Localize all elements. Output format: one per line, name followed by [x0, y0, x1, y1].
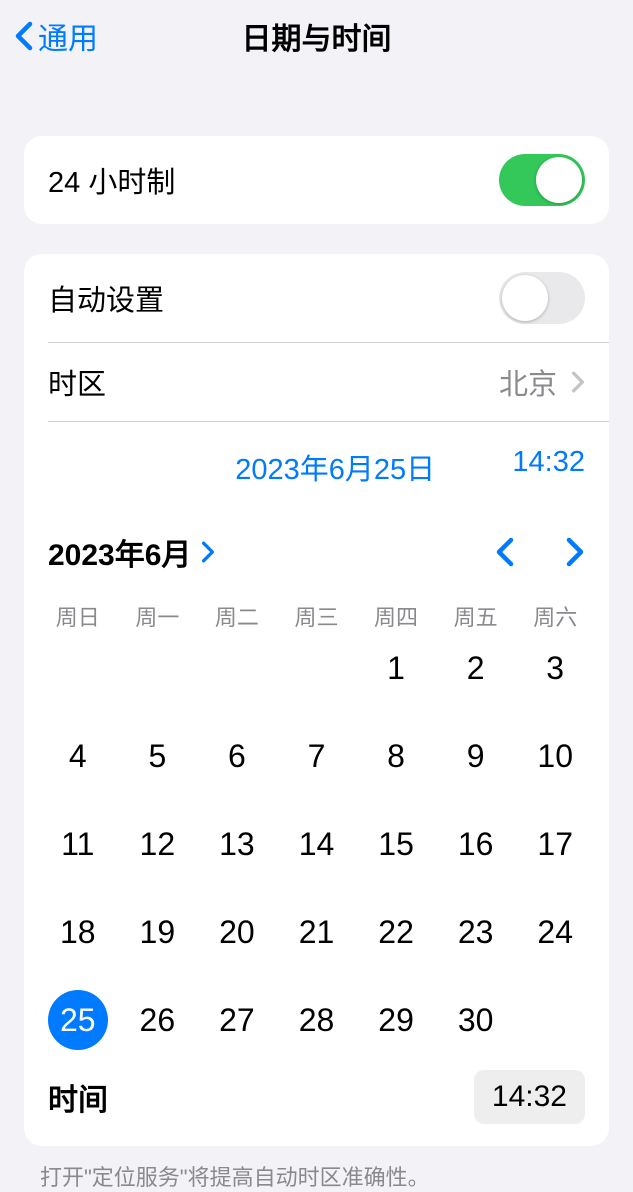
day-number: 28	[286, 990, 346, 1050]
weekday-header: 周一	[118, 600, 198, 632]
back-label: 通用	[38, 14, 98, 58]
day-number: 1	[366, 638, 426, 698]
day-number: 16	[446, 814, 506, 874]
day-cell-empty	[38, 636, 118, 700]
day-cell[interactable]: 21	[277, 900, 357, 964]
weekday-header: 周二	[197, 600, 277, 632]
day-cell[interactable]: 7	[277, 724, 357, 788]
toggle-knob	[536, 157, 582, 203]
day-cell-empty	[118, 636, 198, 700]
day-cell[interactable]: 19	[118, 900, 198, 964]
prev-month-button[interactable]	[495, 537, 515, 567]
weekday-header: 周四	[356, 600, 436, 632]
month-year-label: 2023年6月	[48, 530, 191, 574]
day-number: 3	[525, 638, 585, 698]
day-number: 30	[446, 990, 506, 1050]
hour24-toggle[interactable]	[499, 154, 585, 206]
day-number: 12	[127, 814, 187, 874]
weekday-header: 周三	[277, 600, 357, 632]
day-cell[interactable]: 17	[515, 812, 595, 876]
chevron-right-icon	[201, 541, 215, 563]
day-cell[interactable]: 2	[436, 636, 516, 700]
next-month-button[interactable]	[565, 537, 585, 567]
day-cell-empty	[277, 636, 357, 700]
day-number: 19	[127, 902, 187, 962]
day-cell[interactable]: 29	[356, 988, 436, 1052]
day-number: 10	[525, 726, 585, 786]
back-button[interactable]: 通用	[0, 14, 98, 58]
day-cell[interactable]: 15	[356, 812, 436, 876]
hour24-label: 24 小时制	[48, 159, 175, 201]
month-year-button[interactable]: 2023年6月	[48, 530, 215, 574]
day-cell[interactable]: 9	[436, 724, 516, 788]
auto-set-toggle[interactable]	[499, 272, 585, 324]
day-cell[interactable]: 25	[38, 988, 118, 1052]
timezone-row[interactable]: 时区 北京	[24, 343, 609, 421]
day-cell[interactable]: 27	[197, 988, 277, 1052]
chevron-left-icon	[14, 21, 34, 51]
day-number: 17	[525, 814, 585, 874]
day-number: 21	[286, 902, 346, 962]
day-cell[interactable]: 5	[118, 724, 198, 788]
day-number: 11	[48, 814, 108, 874]
day-number: 6	[207, 726, 267, 786]
chevron-right-icon	[571, 371, 585, 393]
day-cell[interactable]: 11	[38, 812, 118, 876]
day-number: 26	[127, 990, 187, 1050]
day-cell[interactable]: 16	[436, 812, 516, 876]
day-number: 22	[366, 902, 426, 962]
weekday-header: 周五	[436, 600, 516, 632]
day-cell[interactable]: 8	[356, 724, 436, 788]
day-number: 13	[207, 814, 267, 874]
day-number: 25	[48, 990, 108, 1050]
day-cell[interactable]: 28	[277, 988, 357, 1052]
time-label: 时间	[48, 1075, 108, 1119]
auto-set-label: 自动设置	[48, 277, 164, 319]
day-number: 7	[286, 726, 346, 786]
day-cell[interactable]: 6	[197, 724, 277, 788]
day-cell[interactable]: 22	[356, 900, 436, 964]
day-number: 14	[286, 814, 346, 874]
day-cell[interactable]: 1	[356, 636, 436, 700]
day-cell-empty	[197, 636, 277, 700]
timezone-value: 北京	[499, 361, 557, 403]
day-number: 20	[207, 902, 267, 962]
weekday-header: 周日	[38, 600, 118, 632]
day-cell[interactable]: 23	[436, 900, 516, 964]
time-value-button[interactable]: 14:32	[474, 1070, 585, 1124]
day-number: 2	[446, 638, 506, 698]
date-picker-button[interactable]: 2023年6月25日	[125, 446, 435, 488]
day-number: 23	[446, 902, 506, 962]
day-number: 29	[366, 990, 426, 1050]
day-number: 5	[127, 726, 187, 786]
day-cell[interactable]: 3	[515, 636, 595, 700]
day-cell[interactable]: 20	[197, 900, 277, 964]
day-cell[interactable]: 26	[118, 988, 198, 1052]
day-cell[interactable]: 14	[277, 812, 357, 876]
day-number: 27	[207, 990, 267, 1050]
day-cell[interactable]: 10	[515, 724, 595, 788]
page-title: 日期与时间	[242, 14, 392, 58]
weekday-header: 周六	[515, 600, 595, 632]
day-number: 4	[48, 726, 108, 786]
day-number: 18	[48, 902, 108, 962]
day-cell[interactable]: 4	[38, 724, 118, 788]
day-cell[interactable]: 13	[197, 812, 277, 876]
day-number: 24	[525, 902, 585, 962]
toggle-knob	[502, 275, 548, 321]
day-cell[interactable]: 30	[436, 988, 516, 1052]
footer-note: 打开"定位服务"将提高自动时区准确性。	[0, 1146, 633, 1192]
auto-set-row: 自动设置	[24, 254, 609, 342]
day-cell[interactable]: 12	[118, 812, 198, 876]
day-cell[interactable]: 24	[515, 900, 595, 964]
time-picker-button[interactable]: 14:32	[512, 446, 585, 488]
day-number: 9	[446, 726, 506, 786]
day-number: 15	[366, 814, 426, 874]
day-number: 8	[366, 726, 426, 786]
day-cell[interactable]: 18	[38, 900, 118, 964]
timezone-label: 时区	[48, 361, 106, 403]
hour24-row: 24 小时制	[24, 136, 609, 224]
